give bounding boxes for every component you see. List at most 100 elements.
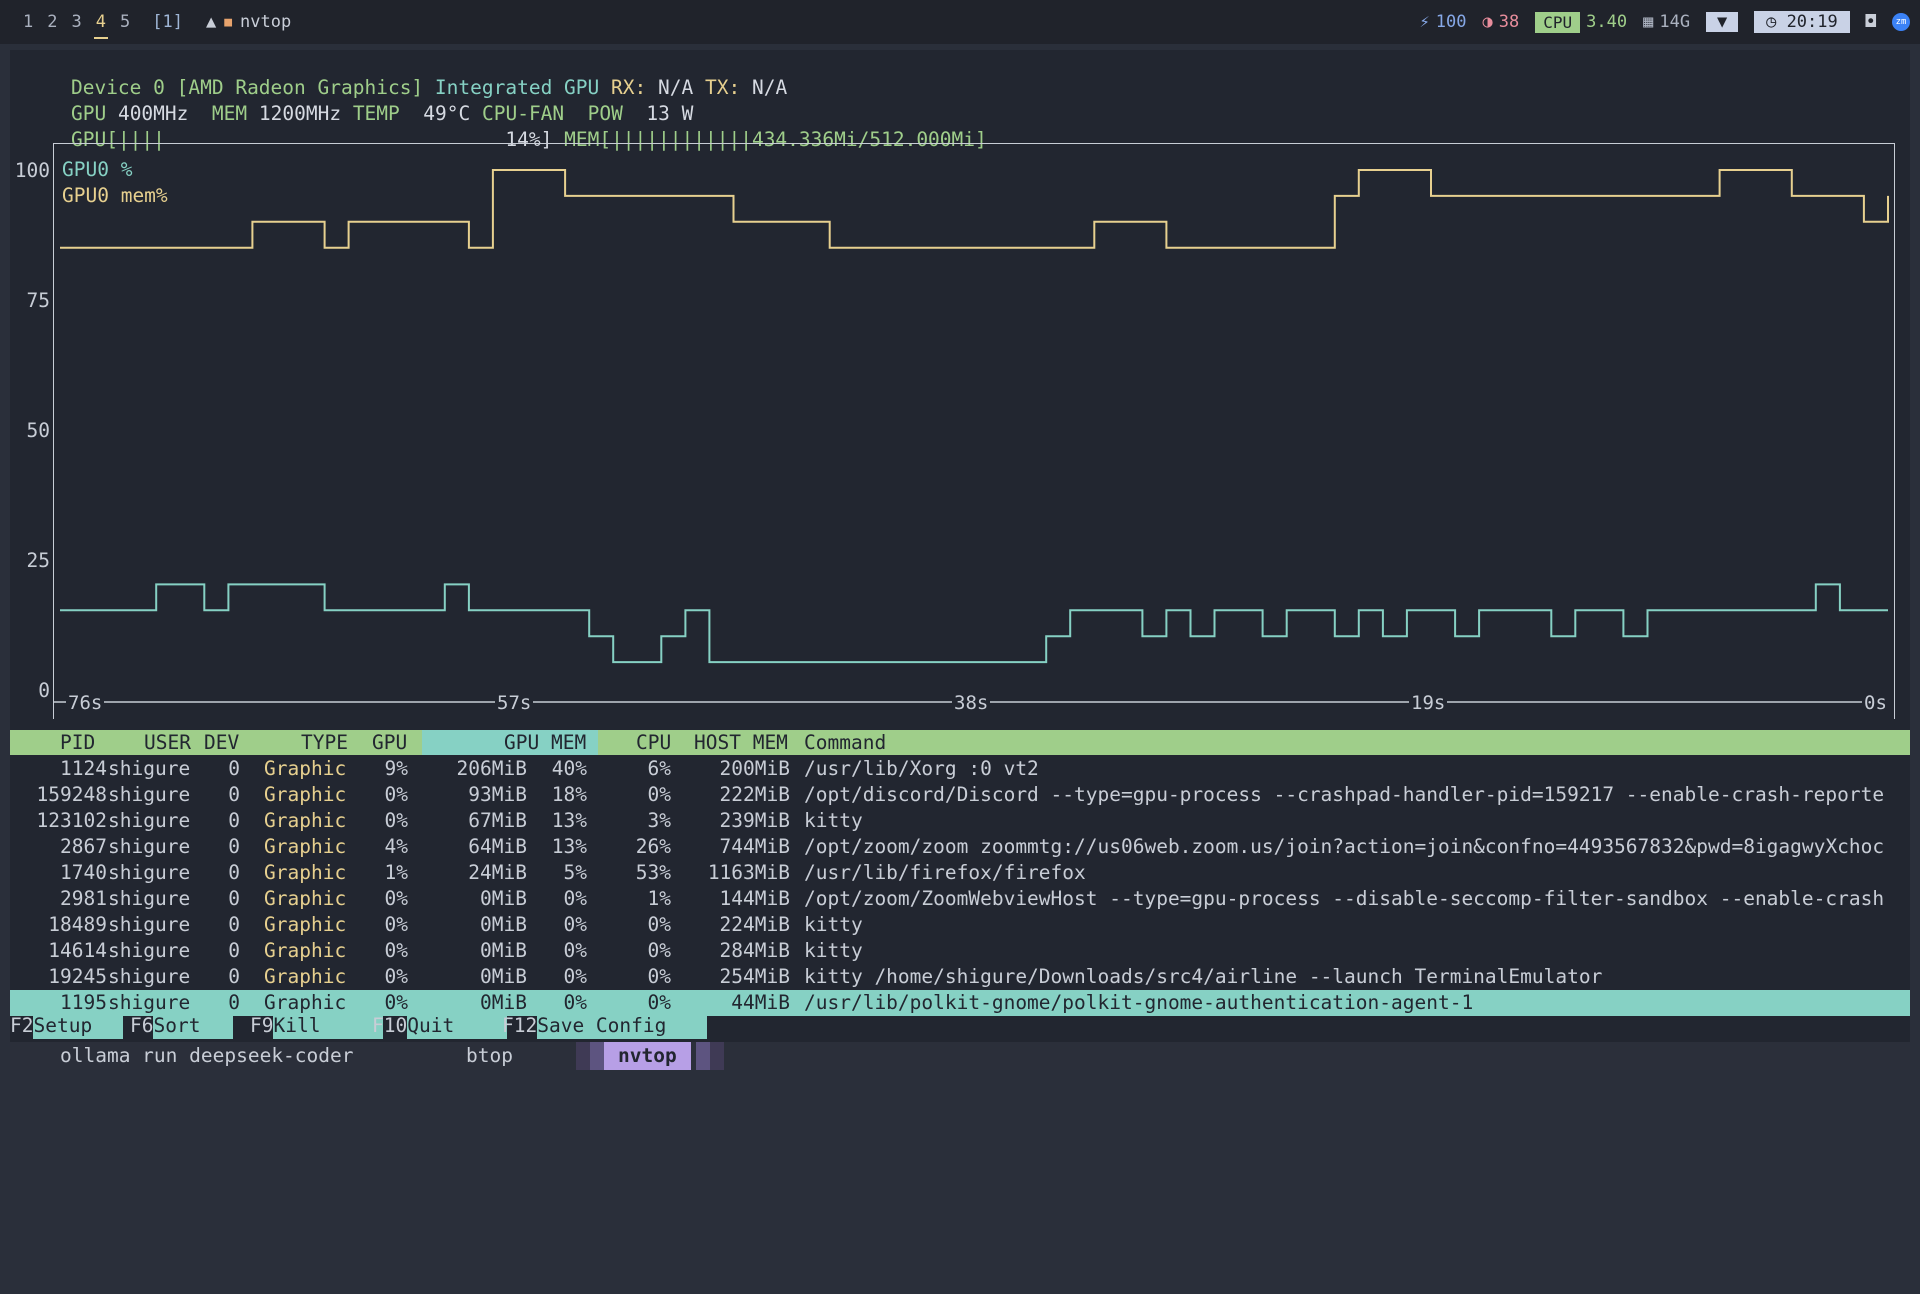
y-tick-100: 100 bbox=[14, 159, 50, 182]
clock[interactable]: ◷ 20:19 bbox=[1754, 11, 1850, 33]
cell-host-mem: 254MiB bbox=[719, 965, 790, 988]
cell-type: Graphic bbox=[264, 835, 347, 858]
fkey-label: Sort bbox=[153, 1013, 234, 1039]
cell-user: shigure bbox=[108, 939, 191, 962]
cell-gpu: 9% bbox=[384, 757, 408, 780]
terminal-window[interactable]: Device 0 [AMD Radeon Graphics] Integrate… bbox=[10, 50, 1910, 1070]
status-area: ⚡ 100 ◑ 38 CPU 3.40 ▦ 14G ▼ ◷ 20:19 ◘ zm bbox=[1420, 0, 1910, 44]
fkey-label: Save Config bbox=[537, 1013, 708, 1039]
cell-gpu-mem: 93MiB bbox=[468, 783, 527, 806]
cell-gpu-mem-percent: 0% bbox=[563, 939, 587, 962]
battery-value: 100 bbox=[1435, 12, 1467, 32]
col-command[interactable]: Command bbox=[804, 730, 886, 755]
table-row[interactable]: 19245 shigure 0 Graphic 0% 0MiB 0% 0% 254MiB kitt… bbox=[10, 964, 1910, 990]
cell-gpu-mem-percent: 0% bbox=[563, 887, 587, 910]
series-line-gpu-mem-percent bbox=[60, 169, 1889, 249]
window-title-area: ▲ ■ nvtop bbox=[206, 12, 291, 32]
cell-cpu: 3% bbox=[647, 809, 671, 832]
cell-cpu: 53% bbox=[635, 861, 671, 884]
cell-user: shigure bbox=[108, 835, 191, 858]
cell-user: shigure bbox=[108, 965, 191, 988]
workspace-5[interactable]: 5 bbox=[113, 12, 137, 32]
cell-dev: 0 bbox=[228, 913, 240, 936]
cell-user: shigure bbox=[108, 783, 191, 806]
workspace-3[interactable]: 3 bbox=[65, 12, 89, 32]
workspace-4[interactable]: 4 bbox=[89, 12, 113, 39]
cell-cpu: 0% bbox=[647, 783, 671, 806]
cell-gpu-mem-percent: 13% bbox=[551, 835, 587, 858]
cell-host-mem: 284MiB bbox=[719, 939, 790, 962]
cell-cpu: 0% bbox=[647, 939, 671, 962]
window-count: [1] bbox=[152, 12, 183, 32]
col-pid[interactable]: PID bbox=[60, 730, 95, 755]
fkey-save-config[interactable]: F12Save Config bbox=[502, 1013, 708, 1039]
table-row[interactable]: 2981 shigure 0 Graphic 0% 0MiB 0% 1% 144MiB/opt/… bbox=[10, 886, 1910, 912]
memory-chip-icon: ▦ bbox=[1643, 12, 1654, 32]
cell-type: Graphic bbox=[264, 783, 347, 806]
y-tick-50: 50 bbox=[26, 419, 50, 442]
cpu-badge: CPU bbox=[1535, 11, 1581, 33]
fkey-key: F9 bbox=[250, 1014, 274, 1037]
cell-gpu-mem: 64MiB bbox=[468, 835, 527, 858]
col-gpu-mem[interactable]: GPU MEM bbox=[504, 730, 586, 755]
cell-pid: 159248 bbox=[36, 783, 107, 806]
memory-indicator: ▦ 14G bbox=[1643, 12, 1690, 32]
cell-host-mem: 224MiB bbox=[719, 913, 790, 936]
x-tick-label: 76s bbox=[68, 692, 102, 714]
cell-gpu-mem-percent: 13% bbox=[551, 809, 587, 832]
zoom-tray-icon[interactable]: zm bbox=[1892, 13, 1910, 31]
cell-type: Graphic bbox=[264, 965, 347, 988]
fkey-setup[interactable]: F2Setup bbox=[10, 1013, 124, 1039]
tab-btop[interactable]: btop bbox=[466, 1042, 513, 1070]
cell-user: shigure bbox=[108, 757, 191, 780]
cell-host-mem: 239MiB bbox=[719, 809, 790, 832]
table-row[interactable]: 1124 shigure 0 Graphic 9% 206MiB 40% 6% 200MiB/u… bbox=[10, 756, 1910, 782]
x-tick-label: 38s bbox=[954, 692, 988, 714]
table-row[interactable]: 1740 shigure 0 Graphic 1% 24MiB 5% 53% 1163MiB/u… bbox=[10, 860, 1910, 886]
cell-gpu-mem: 24MiB bbox=[468, 861, 527, 884]
cell-cpu: 0% bbox=[647, 913, 671, 936]
cell-cpu: 6% bbox=[647, 757, 671, 780]
cell-gpu-mem-percent: 0% bbox=[563, 913, 587, 936]
wifi-icon[interactable]: ▼ bbox=[1706, 12, 1739, 32]
table-row[interactable]: 123102 shigure 0 Graphic 0% 67MiB 13% 3% 239MiB k… bbox=[10, 808, 1910, 834]
cell-host-mem: 200MiB bbox=[719, 757, 790, 780]
col-user[interactable]: USER bbox=[144, 730, 191, 755]
cell-dev: 0 bbox=[228, 861, 240, 884]
fkey-label: Quit bbox=[407, 1013, 508, 1039]
cell-type: Graphic bbox=[264, 913, 347, 936]
discord-tray-icon[interactable]: ◘ bbox=[1866, 12, 1876, 32]
cell-gpu-mem: 67MiB bbox=[468, 809, 527, 832]
cell-type: Graphic bbox=[264, 757, 347, 780]
cell-gpu-mem-percent: 5% bbox=[563, 861, 587, 884]
fkey-sort[interactable]: F6Sort bbox=[130, 1013, 234, 1039]
battery-indicator: ⚡ 100 bbox=[1420, 12, 1467, 32]
cell-gpu-mem-percent: 0% bbox=[563, 965, 587, 988]
fkey-quit[interactable]: F10Quit bbox=[372, 1013, 508, 1039]
table-row[interactable]: 159248 shigure 0 Graphic 0% 93MiB 18% 0% 222MiB /… bbox=[10, 782, 1910, 808]
cell-cpu: 26% bbox=[635, 835, 671, 858]
workspace-1[interactable]: 1 bbox=[16, 12, 40, 32]
cell-command: /usr/lib/firefox/firefox bbox=[804, 861, 1086, 884]
cell-command: /opt/zoom/zoom zoommtg://us06web.zoom.us… bbox=[804, 835, 1885, 858]
col-host-mem[interactable]: HOST MEM bbox=[694, 730, 788, 755]
y-tick-75: 75 bbox=[26, 289, 50, 312]
col-dev[interactable]: DEV bbox=[204, 730, 239, 755]
gpu-history-chart: 76s 57s 38s 19s 0s GPU0 % GPU0 mem% bbox=[53, 143, 1895, 719]
cell-cpu: 1% bbox=[647, 887, 671, 910]
table-row[interactable]: 14614 shigure 0 Graphic 0% 0MiB 0% 0% 284MiB kitt… bbox=[10, 938, 1910, 964]
tab-ollama[interactable]: ollama run deepseek-coder bbox=[60, 1042, 354, 1070]
clock-time: 20:19 bbox=[1786, 12, 1838, 32]
cell-pid: 1740 bbox=[60, 861, 107, 884]
col-cpu[interactable]: CPU bbox=[636, 730, 671, 755]
table-row[interactable]: 18489 shigure 0 Graphic 0% 0MiB 0% 0% 224MiB kitt… bbox=[10, 912, 1910, 938]
table-row[interactable]: 2867 shigure 0 Graphic 4% 64MiB 13% 26% 744MiB/o… bbox=[10, 834, 1910, 860]
tab-nvtop[interactable]: nvtop bbox=[604, 1042, 691, 1070]
cell-user: shigure bbox=[108, 913, 191, 936]
fkey-kill[interactable]: F9Kill bbox=[250, 1013, 384, 1039]
cell-type: Graphic bbox=[264, 939, 347, 962]
col-type[interactable]: TYPE bbox=[301, 730, 348, 755]
cell-gpu: 0% bbox=[384, 939, 408, 962]
col-gpu[interactable]: GPU bbox=[372, 730, 407, 755]
workspace-2[interactable]: 2 bbox=[40, 12, 64, 32]
